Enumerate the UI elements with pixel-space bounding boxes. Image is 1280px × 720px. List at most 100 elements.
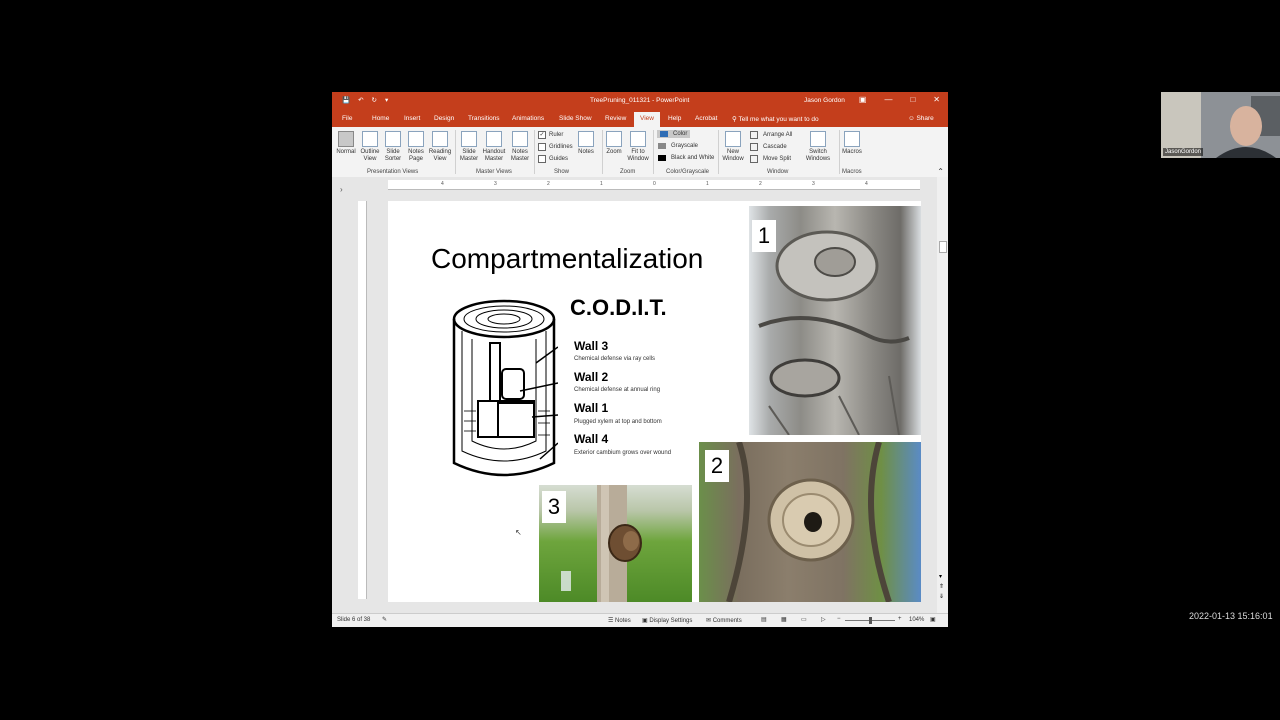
slide-sorter-button[interactable]: Slide Sorter xyxy=(382,131,404,163)
macros-button[interactable]: Macros xyxy=(841,131,863,156)
reading-view-button[interactable]: Reading View xyxy=(428,131,452,163)
slideshow-icon[interactable]: ▷ xyxy=(821,616,826,623)
zoom-button[interactable]: Zoom xyxy=(604,131,624,156)
tab-design[interactable]: Design xyxy=(434,115,454,122)
black-and-white-button[interactable]: Black and White xyxy=(658,155,714,161)
undo-icon[interactable]: ↶ xyxy=(358,96,363,104)
expand-thumbnails-icon[interactable]: › xyxy=(340,185,343,194)
notes-button[interactable]: Notes xyxy=(576,131,596,156)
slide-subtitle[interactable]: C.O.D.I.T. xyxy=(570,295,667,321)
cascade-icon xyxy=(750,143,758,151)
user-name[interactable]: Jason Gordon xyxy=(804,97,845,104)
tab-acrobat[interactable]: Acrobat xyxy=(695,115,717,122)
new-window-button[interactable]: New Window xyxy=(721,131,745,163)
switch-windows-button[interactable]: Switch Windows xyxy=(800,131,836,163)
tab-insert[interactable]: Insert xyxy=(404,115,420,122)
notes-master-button[interactable]: Notes Master xyxy=(508,131,532,163)
wall-2-label[interactable]: Wall 2 xyxy=(574,370,608,384)
separator xyxy=(839,130,840,174)
group-label-zoom: Zoom xyxy=(620,169,636,175)
notes-page-button[interactable]: Notes Page xyxy=(405,131,427,163)
accessibility-icon[interactable]: ✎ xyxy=(382,616,387,623)
zoom-out-icon[interactable]: − xyxy=(837,616,841,622)
fit-to-window-button[interactable]: Fit to Window xyxy=(625,131,651,163)
move-split-button[interactable]: Move Split xyxy=(750,155,791,163)
display-settings-button[interactable]: ▣ Display Settings xyxy=(642,617,692,624)
slide-title[interactable]: Compartmentalization xyxy=(431,243,703,275)
tab-file[interactable]: File xyxy=(342,115,352,122)
ribbon-options-icon[interactable]: ▣ xyxy=(859,95,867,104)
ruler-checkbox[interactable]: ✓ Ruler xyxy=(538,131,563,139)
wall-4-desc[interactable]: Exterior cambium grows over wound xyxy=(574,450,671,456)
tab-review[interactable]: Review xyxy=(605,115,626,122)
wall-3-desc[interactable]: Chemical defense via ray cells xyxy=(574,356,655,362)
reading-view-icon[interactable]: ▭ xyxy=(801,616,807,623)
vertical-scrollbar[interactable]: ▾ ⇑ ⇓ xyxy=(937,177,948,613)
minimize-icon[interactable]: — xyxy=(884,95,892,104)
share-button[interactable]: ☺ Share xyxy=(908,115,934,122)
customize-icon[interactable]: ▾ xyxy=(385,96,388,104)
tab-slide-show[interactable]: Slide Show xyxy=(559,115,592,122)
handout-master-button[interactable]: Handout Master xyxy=(481,131,507,163)
comments-button[interactable]: ✉ Comments xyxy=(706,617,742,624)
photo-number-2: 2 xyxy=(705,450,729,482)
save-icon[interactable]: 💾 xyxy=(342,96,350,104)
title-bar: 💾 ↶ ↻ ▾ TreePruning_011321 - PowerPoint … xyxy=(332,92,948,110)
tree-photo-1[interactable]: 1 xyxy=(749,206,921,435)
slide-master-icon xyxy=(461,131,477,147)
grayscale-button[interactable]: Grayscale xyxy=(658,143,698,149)
photo-number-3: 3 xyxy=(542,491,566,523)
wall-3-label[interactable]: Wall 3 xyxy=(574,339,608,353)
tell-me-search[interactable]: ⚲ Tell me what you want to do xyxy=(732,115,819,123)
color-button[interactable]: Color xyxy=(657,130,691,138)
tab-home[interactable]: Home xyxy=(372,115,389,122)
fit-slide-icon[interactable]: ▣ xyxy=(930,616,936,623)
reading-view-icon xyxy=(432,131,448,147)
collapse-ribbon-icon[interactable]: ⌃ xyxy=(937,167,944,176)
codit-cylinder-diagram[interactable] xyxy=(450,291,558,481)
grayscale-swatch-icon xyxy=(658,143,666,149)
wall-2-desc[interactable]: Chemical defense at annual ring xyxy=(574,387,660,393)
slide-master-button[interactable]: Slide Master xyxy=(458,131,480,163)
scroll-thumb[interactable] xyxy=(939,241,947,253)
scroll-down-icon[interactable]: ▾ xyxy=(939,573,942,580)
comment-icon: ✉ xyxy=(706,618,713,624)
close-icon[interactable]: ✕ xyxy=(933,95,940,104)
separator xyxy=(534,130,535,174)
maximize-icon[interactable]: □ xyxy=(910,95,915,104)
arrange-icon xyxy=(750,131,758,139)
arrange-all-button[interactable]: Arrange All xyxy=(750,131,792,139)
wall-1-label[interactable]: Wall 1 xyxy=(574,401,608,415)
next-slide-icon[interactable]: ⇓ xyxy=(939,593,944,600)
slide-sorter-icon[interactable]: ▦ xyxy=(781,616,787,623)
checkmark-icon: ✓ xyxy=(538,131,546,139)
wall-1-desc[interactable]: Plugged xylem at top and bottom xyxy=(574,419,662,425)
tab-view[interactable]: View xyxy=(634,112,660,127)
zoom-slider-thumb[interactable] xyxy=(869,617,872,624)
previous-slide-icon[interactable]: ⇑ xyxy=(939,583,944,590)
gridlines-checkbox[interactable]: Gridlines xyxy=(538,143,573,151)
notes-toggle[interactable]: ☰ Notes xyxy=(608,617,631,624)
normal-view-button[interactable]: Normal xyxy=(335,131,357,156)
cascade-button[interactable]: Cascade xyxy=(750,143,787,151)
tab-help[interactable]: Help xyxy=(668,115,681,122)
guides-checkbox[interactable]: Guides xyxy=(538,155,568,163)
outline-view-icon xyxy=(362,131,378,147)
tree-photo-3[interactable]: 3 xyxy=(539,485,692,602)
normal-view-icon[interactable]: ▤ xyxy=(761,616,767,623)
outline-view-button[interactable]: Outline View xyxy=(359,131,381,163)
switch-windows-icon xyxy=(810,131,826,147)
redo-icon[interactable]: ↻ xyxy=(372,96,377,104)
zoom-level[interactable]: 104% xyxy=(909,617,924,623)
new-window-icon xyxy=(725,131,741,147)
notes-master-icon xyxy=(512,131,528,147)
editor-area: › 4 3 2 1 0 1 2 3 4 Compartmentalization xyxy=(332,177,948,613)
move-split-icon xyxy=(750,155,758,163)
status-bar: Slide 6 of 38 ✎ ☰ Notes ▣ Display Settin… xyxy=(332,613,948,627)
wall-4-label[interactable]: Wall 4 xyxy=(574,432,608,446)
slide-canvas[interactable]: Compartmentalization C.O.D.I.T. Wall 3 C… xyxy=(388,201,921,602)
tree-photo-2[interactable]: 2 xyxy=(699,442,921,602)
tab-transitions[interactable]: Transitions xyxy=(468,115,500,122)
tab-animations[interactable]: Animations xyxy=(512,115,544,122)
zoom-in-icon[interactable]: + xyxy=(898,616,902,622)
